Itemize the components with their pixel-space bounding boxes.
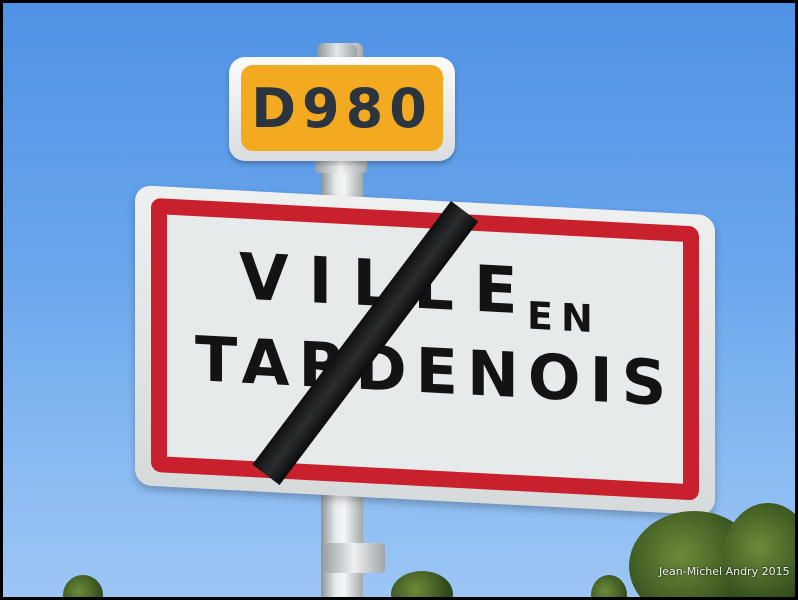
tree	[63, 575, 103, 597]
pole-clamp-bottom	[323, 543, 385, 573]
photo-credit: Jean-Michel Andry 2015	[659, 565, 790, 578]
photo: D980 VILLE EN TARDENOIS Jean-Michel Andr…	[3, 3, 795, 597]
tree	[591, 575, 627, 597]
route-number: D980	[251, 76, 433, 140]
route-number-sign: D980	[229, 57, 455, 161]
route-number-panel: D980	[241, 65, 443, 151]
tree	[391, 571, 453, 597]
town-name-line-2: EN	[527, 293, 601, 342]
tree	[723, 503, 795, 597]
